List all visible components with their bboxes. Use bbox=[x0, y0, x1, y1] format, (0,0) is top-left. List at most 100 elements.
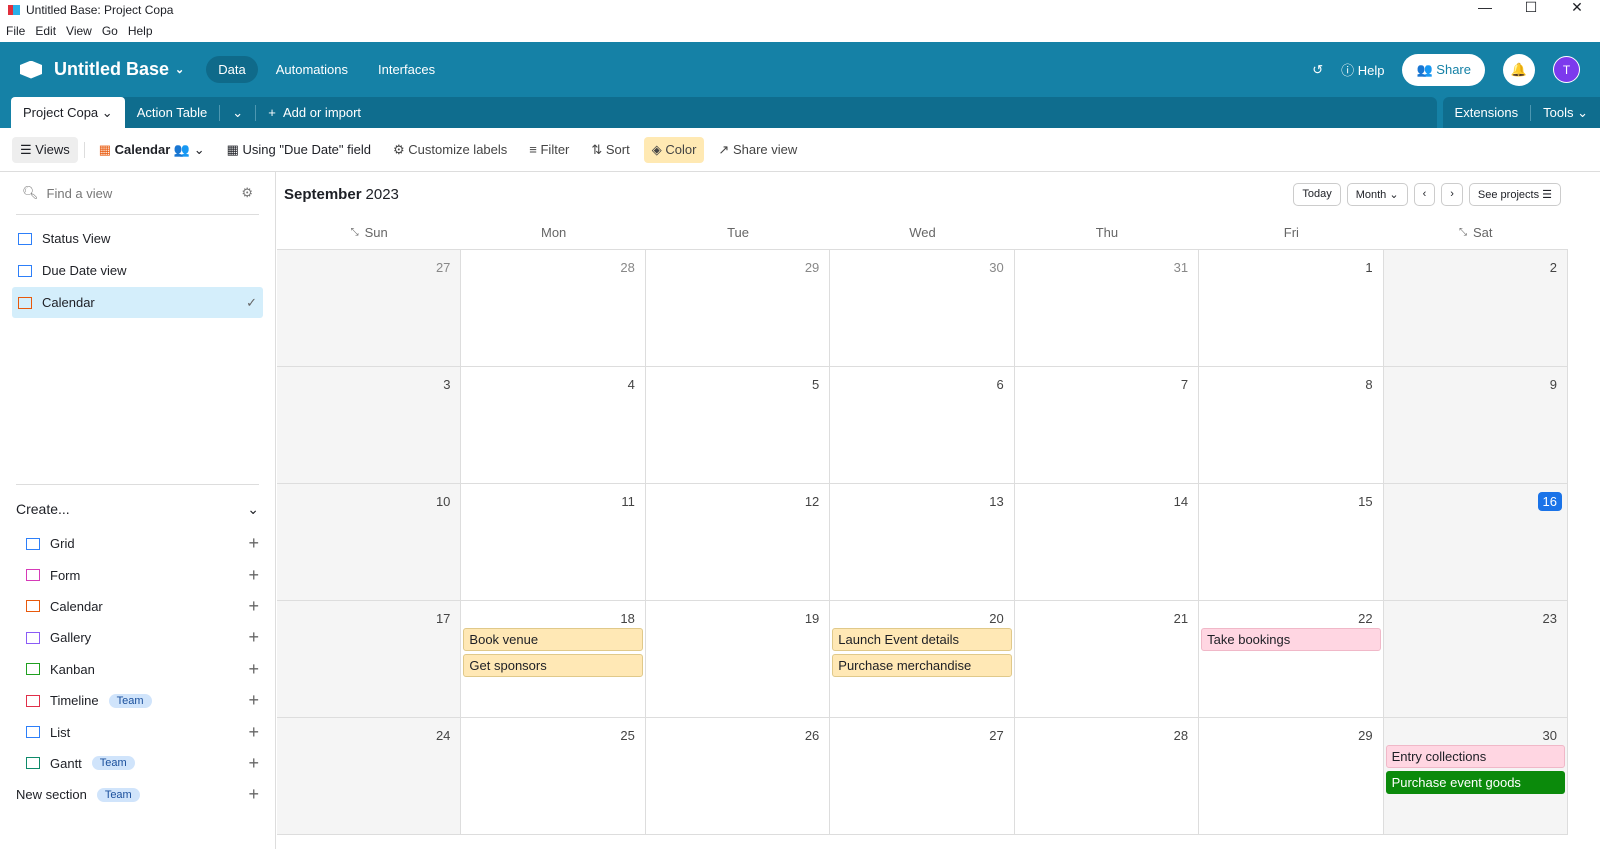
collapse-icon[interactable]: ⤡ bbox=[351, 227, 359, 238]
day-cell[interactable]: 27 bbox=[830, 718, 1015, 835]
calendar-event[interactable]: Take bookings bbox=[1201, 628, 1381, 651]
day-cell[interactable]: 11 bbox=[461, 484, 646, 601]
calendar-event[interactable]: Get sponsors bbox=[463, 654, 643, 677]
day-cell[interactable]: 1 bbox=[1199, 250, 1384, 367]
day-cell[interactable]: 18 Book venue Get sponsors bbox=[461, 601, 646, 718]
today-button[interactable]: Today bbox=[1293, 182, 1341, 206]
calendar-event[interactable]: Launch Event details bbox=[832, 628, 1012, 651]
find-view-search[interactable]: 🔍︎ Find a view ⚙ bbox=[16, 172, 259, 215]
day-cell[interactable]: 6 bbox=[830, 367, 1015, 484]
collapse-icon[interactable]: ⤡ bbox=[1459, 227, 1467, 238]
create-item-grid[interactable]: Grid + bbox=[16, 528, 259, 559]
day-cell[interactable]: 2 bbox=[1383, 250, 1568, 367]
day-cell[interactable]: 29 bbox=[645, 250, 831, 367]
help-button[interactable]: ⓘ Help bbox=[1341, 60, 1384, 79]
plus-icon[interactable]: + bbox=[248, 533, 259, 554]
create-header[interactable]: Create... ⌄ bbox=[16, 501, 259, 528]
share-view-button[interactable]: ↗ Share view bbox=[710, 137, 805, 163]
filter-button[interactable]: ≡ Filter bbox=[521, 137, 577, 162]
sidebar-view-item[interactable]: Calendar ✓ bbox=[12, 287, 263, 318]
plus-icon[interactable]: + bbox=[248, 596, 259, 617]
create-item-gallery[interactable]: Gallery + bbox=[16, 622, 259, 653]
plus-icon[interactable]: + bbox=[248, 659, 259, 680]
view-switcher[interactable]: ▦ Calendar 👥 ⌄ bbox=[91, 137, 213, 163]
create-item-list[interactable]: List + bbox=[16, 716, 259, 747]
day-cell[interactable]: 16 bbox=[1383, 484, 1568, 601]
day-cell[interactable]: 7 bbox=[1014, 367, 1200, 484]
day-cell[interactable]: 3 bbox=[277, 367, 462, 484]
day-cell[interactable]: 12 bbox=[645, 484, 831, 601]
day-cell[interactable]: 15 bbox=[1199, 484, 1384, 601]
day-cell[interactable]: 8 bbox=[1199, 367, 1384, 484]
menu-item-view[interactable]: View bbox=[66, 24, 92, 38]
customize-labels-button[interactable]: ⚙ Customize labels bbox=[385, 137, 515, 163]
day-cell[interactable]: 28 bbox=[1014, 718, 1200, 835]
share-button[interactable]: 👥 Share bbox=[1402, 53, 1485, 86]
minimize-icon[interactable]: — bbox=[1462, 0, 1508, 14]
base-switcher[interactable]: Untitled Base ⌄ bbox=[20, 59, 184, 80]
day-cell[interactable]: 14 bbox=[1014, 484, 1200, 601]
find-view-input[interactable]: Find a view bbox=[47, 186, 234, 201]
nav-automations[interactable]: Automations bbox=[264, 56, 360, 83]
menu-item-go[interactable]: Go bbox=[102, 24, 118, 38]
plus-icon[interactable]: + bbox=[248, 784, 259, 805]
sort-button[interactable]: ⇅ Sort bbox=[583, 137, 637, 163]
plus-icon[interactable]: + bbox=[248, 627, 259, 648]
day-cell[interactable]: 9 bbox=[1383, 367, 1568, 484]
maximize-icon[interactable]: ☐ bbox=[1508, 0, 1554, 14]
day-cell[interactable]: 13 bbox=[830, 484, 1015, 601]
plus-icon[interactable]: + bbox=[248, 722, 259, 743]
tools-button[interactable]: Tools ⌄ bbox=[1543, 105, 1588, 121]
tab-project-copa[interactable]: Project Copa ⌄ bbox=[11, 97, 125, 128]
nav-interfaces[interactable]: Interfaces bbox=[366, 56, 447, 83]
day-cell[interactable]: 25 bbox=[461, 718, 646, 835]
day-cell[interactable]: 10 bbox=[277, 484, 462, 601]
more-tables-chevron-icon[interactable]: ⌄ bbox=[220, 105, 255, 121]
sidebar-view-item[interactable]: Status View bbox=[12, 223, 263, 254]
avatar[interactable]: T bbox=[1553, 56, 1580, 83]
day-cell[interactable]: 21 bbox=[1014, 601, 1200, 718]
day-cell[interactable]: 19 bbox=[645, 601, 831, 718]
day-cell[interactable]: 24 bbox=[277, 718, 462, 835]
day-cell[interactable]: 31 bbox=[1014, 250, 1200, 367]
day-cell[interactable]: 20 Launch Event details Purchase merchandi… bbox=[830, 601, 1015, 718]
day-cell[interactable]: 30 Entry collections Purchase event goods bbox=[1383, 718, 1568, 835]
date-field-button[interactable]: ▦ Using "Due Date" field bbox=[219, 137, 379, 163]
plus-icon[interactable]: + bbox=[248, 565, 259, 586]
plus-icon[interactable]: + bbox=[248, 753, 259, 774]
history-icon[interactable]: ↺ bbox=[1312, 62, 1323, 78]
create-item-form[interactable]: Form + bbox=[16, 559, 259, 590]
menu-item-help[interactable]: Help bbox=[128, 24, 153, 38]
prev-month-button[interactable]: ‹ bbox=[1413, 182, 1436, 206]
extensions-button[interactable]: Extensions bbox=[1455, 105, 1519, 120]
next-month-button[interactable]: › bbox=[1441, 182, 1463, 206]
tab-action-table[interactable]: Action Table bbox=[125, 105, 220, 120]
day-cell[interactable]: 4 bbox=[461, 367, 646, 484]
views-toggle-button[interactable]: ☰ Views bbox=[12, 136, 78, 163]
plus-icon[interactable]: + bbox=[248, 690, 259, 711]
gear-icon[interactable]: ⚙ bbox=[241, 185, 253, 201]
day-cell[interactable]: 29 bbox=[1199, 718, 1384, 835]
create-item-calendar[interactable]: Calendar + bbox=[16, 591, 259, 622]
notifications-bell-icon[interactable]: 🔔 bbox=[1503, 53, 1535, 86]
menu-item-edit[interactable]: Edit bbox=[35, 24, 56, 38]
menu-item-file[interactable]: File bbox=[6, 24, 25, 38]
see-projects-button[interactable]: See projects ☰ bbox=[1468, 182, 1561, 206]
day-cell[interactable]: 30 bbox=[830, 250, 1015, 367]
day-cell[interactable]: 28 bbox=[461, 250, 646, 367]
sidebar-view-item[interactable]: Due Date view bbox=[12, 255, 263, 286]
day-cell[interactable]: 22 Take bookings bbox=[1199, 601, 1384, 718]
month-mode-select[interactable]: Month ⌄ bbox=[1346, 182, 1408, 206]
day-cell[interactable]: 23 bbox=[1383, 601, 1568, 718]
create-item-timeline[interactable]: Timeline Team + bbox=[16, 685, 259, 716]
day-cell[interactable]: 27 bbox=[277, 250, 462, 367]
calendar-event[interactable]: Purchase merchandise bbox=[832, 654, 1012, 677]
create-item-kanban[interactable]: Kanban + bbox=[16, 654, 259, 685]
color-button[interactable]: ◈ Color bbox=[643, 136, 705, 163]
nav-data[interactable]: Data bbox=[206, 56, 258, 83]
calendar-event[interactable]: Book venue bbox=[463, 628, 643, 651]
day-cell[interactable]: 5 bbox=[645, 367, 831, 484]
day-cell[interactable]: 26 bbox=[645, 718, 831, 835]
calendar-event[interactable]: Purchase event goods bbox=[1385, 771, 1565, 794]
create-item-new-section[interactable]: New section Team + bbox=[16, 779, 259, 810]
